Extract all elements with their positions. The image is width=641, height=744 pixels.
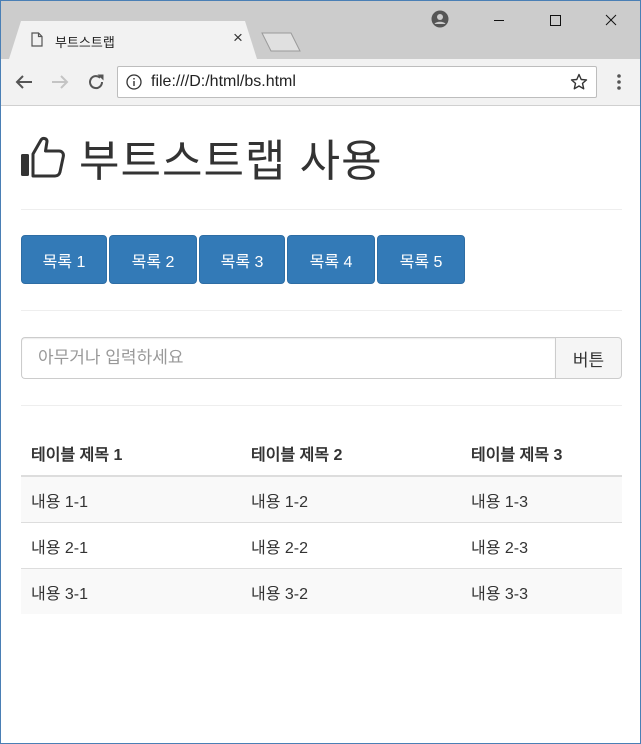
list-button-1[interactable]: 목록 1 [21, 235, 107, 284]
list-button-group: 목록 1 목록 2 목록 3 목록 4 목록 5 [21, 235, 465, 284]
thumbs-up-icon [21, 136, 65, 178]
browser-window: 부트스트랩 × file:///D:/html/bs.html 부트스트랩 사용… [0, 0, 641, 744]
divider [21, 209, 622, 210]
browser-toolbar: file:///D:/html/bs.html [1, 59, 640, 106]
table-cell: 내용 1-1 [21, 476, 241, 523]
table-row: 내용 2-1 내용 2-2 내용 2-3 [21, 522, 622, 569]
table-cell: 내용 2-1 [21, 522, 241, 569]
table-row: 내용 3-1 내용 3-2 내용 3-3 [21, 568, 622, 614]
minimize-button[interactable] [476, 7, 522, 33]
table-cell: 내용 3-1 [21, 568, 241, 614]
list-button-4[interactable]: 목록 4 [287, 235, 375, 284]
page-content: 부트스트랩 사용 목록 1 목록 2 목록 3 목록 4 목록 5 버튼 테이블… [1, 106, 640, 743]
star-icon[interactable] [570, 73, 588, 91]
search-input[interactable] [21, 337, 555, 379]
kebab-menu-icon[interactable] [613, 72, 625, 92]
divider [21, 310, 622, 311]
info-icon[interactable] [126, 74, 142, 90]
table-header-cell: 테이블 제목 1 [21, 431, 241, 477]
list-button-3[interactable]: 목록 3 [199, 235, 285, 284]
tab-close-button[interactable]: × [229, 29, 247, 47]
divider [21, 405, 622, 406]
table-cell: 내용 2-3 [461, 522, 622, 569]
table-header-cell: 테이블 제목 2 [241, 431, 461, 477]
table-header-row: 테이블 제목 1 테이블 제목 2 테이블 제목 3 [21, 431, 622, 477]
browser-tab[interactable]: 부트스트랩 × [9, 21, 257, 59]
document-icon [31, 32, 43, 47]
table-cell: 내용 3-3 [461, 568, 622, 614]
search-button[interactable]: 버튼 [555, 337, 622, 379]
page-heading: 부트스트랩 사용 [19, 128, 383, 186]
table-cell: 내용 2-2 [241, 522, 461, 569]
address-bar[interactable]: file:///D:/html/bs.html [117, 66, 597, 98]
back-arrow-icon[interactable] [13, 71, 35, 93]
account-icon[interactable] [431, 10, 449, 28]
title-bar: 부트스트랩 × [1, 1, 640, 59]
url-text[interactable]: file:///D:/html/bs.html [151, 73, 296, 91]
tab-title: 부트스트랩 [55, 35, 115, 50]
table-header-cell: 테이블 제목 3 [461, 431, 622, 477]
new-tab-button[interactable] [261, 32, 301, 52]
page-title: 부트스트랩 사용 [79, 137, 383, 186]
close-window-button[interactable] [588, 7, 634, 33]
forward-arrow-icon[interactable] [49, 71, 71, 93]
reload-icon[interactable] [85, 71, 107, 93]
table-cell: 내용 1-3 [461, 476, 622, 523]
maximize-button[interactable] [532, 7, 578, 33]
table-row: 내용 1-1 내용 1-2 내용 1-3 [21, 476, 622, 523]
table-cell: 내용 1-2 [241, 476, 461, 523]
data-table: 테이블 제목 1 테이블 제목 2 테이블 제목 3 내용 1-1 내용 1-2… [21, 431, 622, 614]
search-input-group: 버튼 [21, 337, 622, 379]
list-button-5[interactable]: 목록 5 [377, 235, 465, 284]
table-cell: 내용 3-2 [241, 568, 461, 614]
list-button-2[interactable]: 목록 2 [109, 235, 197, 284]
